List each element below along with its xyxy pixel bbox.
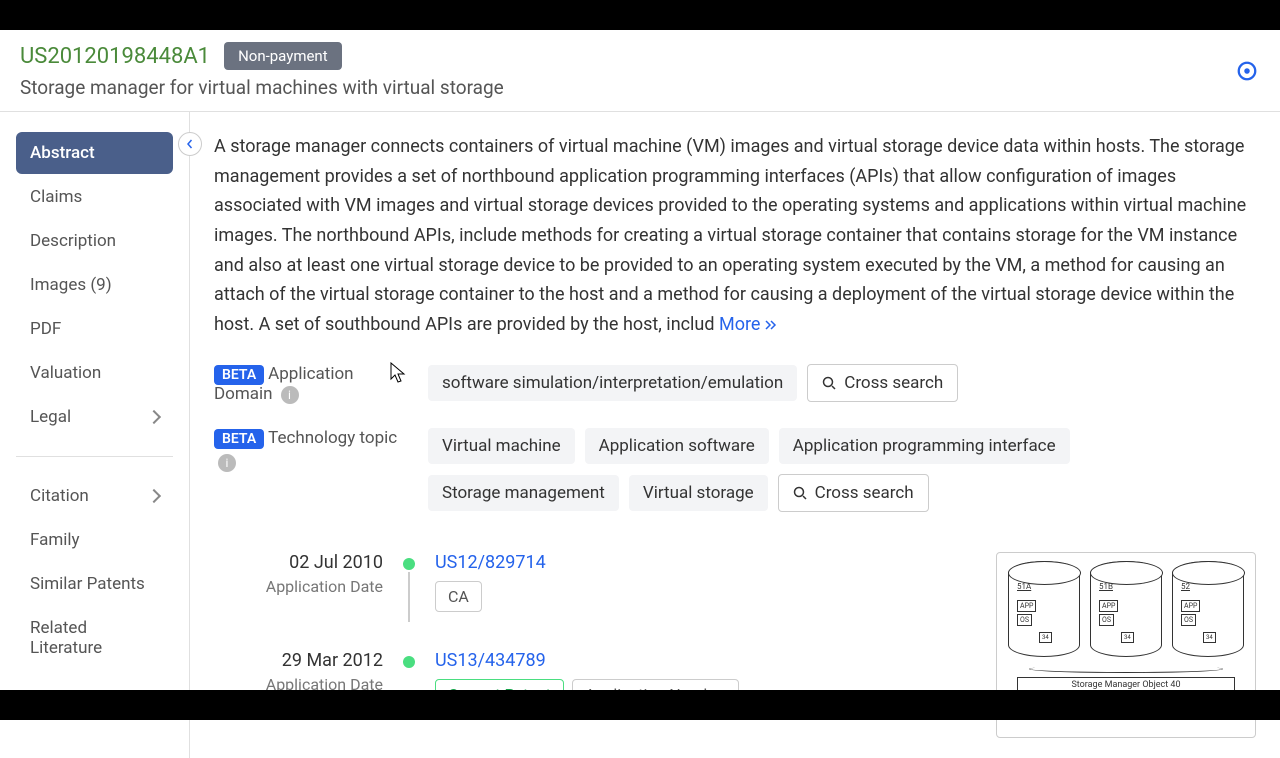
- beta-badge: BETA: [214, 429, 264, 449]
- nav-item[interactable]: PDF: [16, 308, 173, 350]
- abstract-text: A storage manager connects containers of…: [214, 132, 1256, 340]
- tag[interactable]: Storage management: [428, 475, 619, 511]
- timeline-link[interactable]: US13/434789: [435, 650, 739, 671]
- timeline-item: 02 Jul 2010 Application Date US12/829714 CA: [214, 552, 976, 622]
- chevron-right-icon: [147, 410, 161, 424]
- nav-item[interactable]: Claims: [16, 176, 173, 218]
- sidebar-divider: [16, 456, 173, 457]
- tag[interactable]: Application programming interface: [779, 428, 1070, 464]
- tag[interactable]: Virtual storage: [629, 475, 768, 511]
- content-area: A storage manager connects containers of…: [190, 112, 1280, 758]
- nav-item[interactable]: Images (9): [16, 264, 173, 306]
- nav-item[interactable]: Valuation: [16, 352, 173, 394]
- patent-id: US20120198448A1: [20, 44, 210, 69]
- cylinder-icon: 51AAPPOS34: [1008, 561, 1080, 657]
- technology-topic-row: BETA Technology topic i Virtual machineA…: [214, 428, 1256, 512]
- patent-title: Storage manager for virtual machines wit…: [20, 76, 1260, 99]
- info-icon[interactable]: i: [281, 386, 299, 404]
- info-icon[interactable]: i: [218, 454, 236, 472]
- tag[interactable]: software simulation/interpretation/emula…: [428, 365, 797, 401]
- search-icon: [793, 486, 807, 500]
- timeline-date: 29 Mar 2012: [214, 650, 383, 671]
- nav-item[interactable]: Related Literature: [16, 607, 173, 669]
- top-bar: [0, 0, 1280, 30]
- nav-item[interactable]: Similar Patents: [16, 563, 173, 605]
- beta-badge: BETA: [214, 365, 264, 385]
- timeline-sublabel: Application Date: [214, 577, 383, 596]
- timeline-dot: [403, 558, 415, 570]
- bottom-bar: [0, 690, 1280, 720]
- status-badge: Non-payment: [224, 42, 342, 70]
- timeline-link[interactable]: US12/829714: [435, 552, 546, 573]
- cylinder-icon: 51BAPPOS34: [1090, 561, 1162, 657]
- collapse-sidebar-button[interactable]: [178, 132, 202, 156]
- timeline-dot: [403, 656, 415, 668]
- timeline-date: 02 Jul 2010: [214, 552, 383, 573]
- search-icon: [822, 376, 836, 390]
- tag[interactable]: Virtual machine: [428, 428, 575, 464]
- header: US20120198448A1 Non-payment Storage mana…: [0, 30, 1280, 112]
- nav-item[interactable]: Abstract: [16, 132, 173, 174]
- more-link[interactable]: More: [719, 314, 779, 335]
- cross-search-button[interactable]: Cross search: [807, 364, 958, 402]
- tag[interactable]: Application software: [585, 428, 769, 464]
- nav-item[interactable]: Description: [16, 220, 173, 262]
- cross-search-button[interactable]: Cross search: [778, 474, 929, 512]
- logo-icon: [1236, 60, 1258, 82]
- chevron-right-icon: [147, 489, 161, 503]
- cylinder-icon: 52APPOS34: [1172, 561, 1244, 657]
- nav-item[interactable]: Legal: [16, 396, 173, 438]
- application-domain-row: BETA Application Domain i software simul…: [214, 364, 1256, 404]
- sidebar: AbstractClaimsDescriptionImages (9)PDFVa…: [0, 112, 190, 758]
- nav-item[interactable]: Citation: [16, 475, 173, 517]
- mini-badge: CA: [435, 581, 482, 612]
- nav-item[interactable]: Family: [16, 519, 173, 561]
